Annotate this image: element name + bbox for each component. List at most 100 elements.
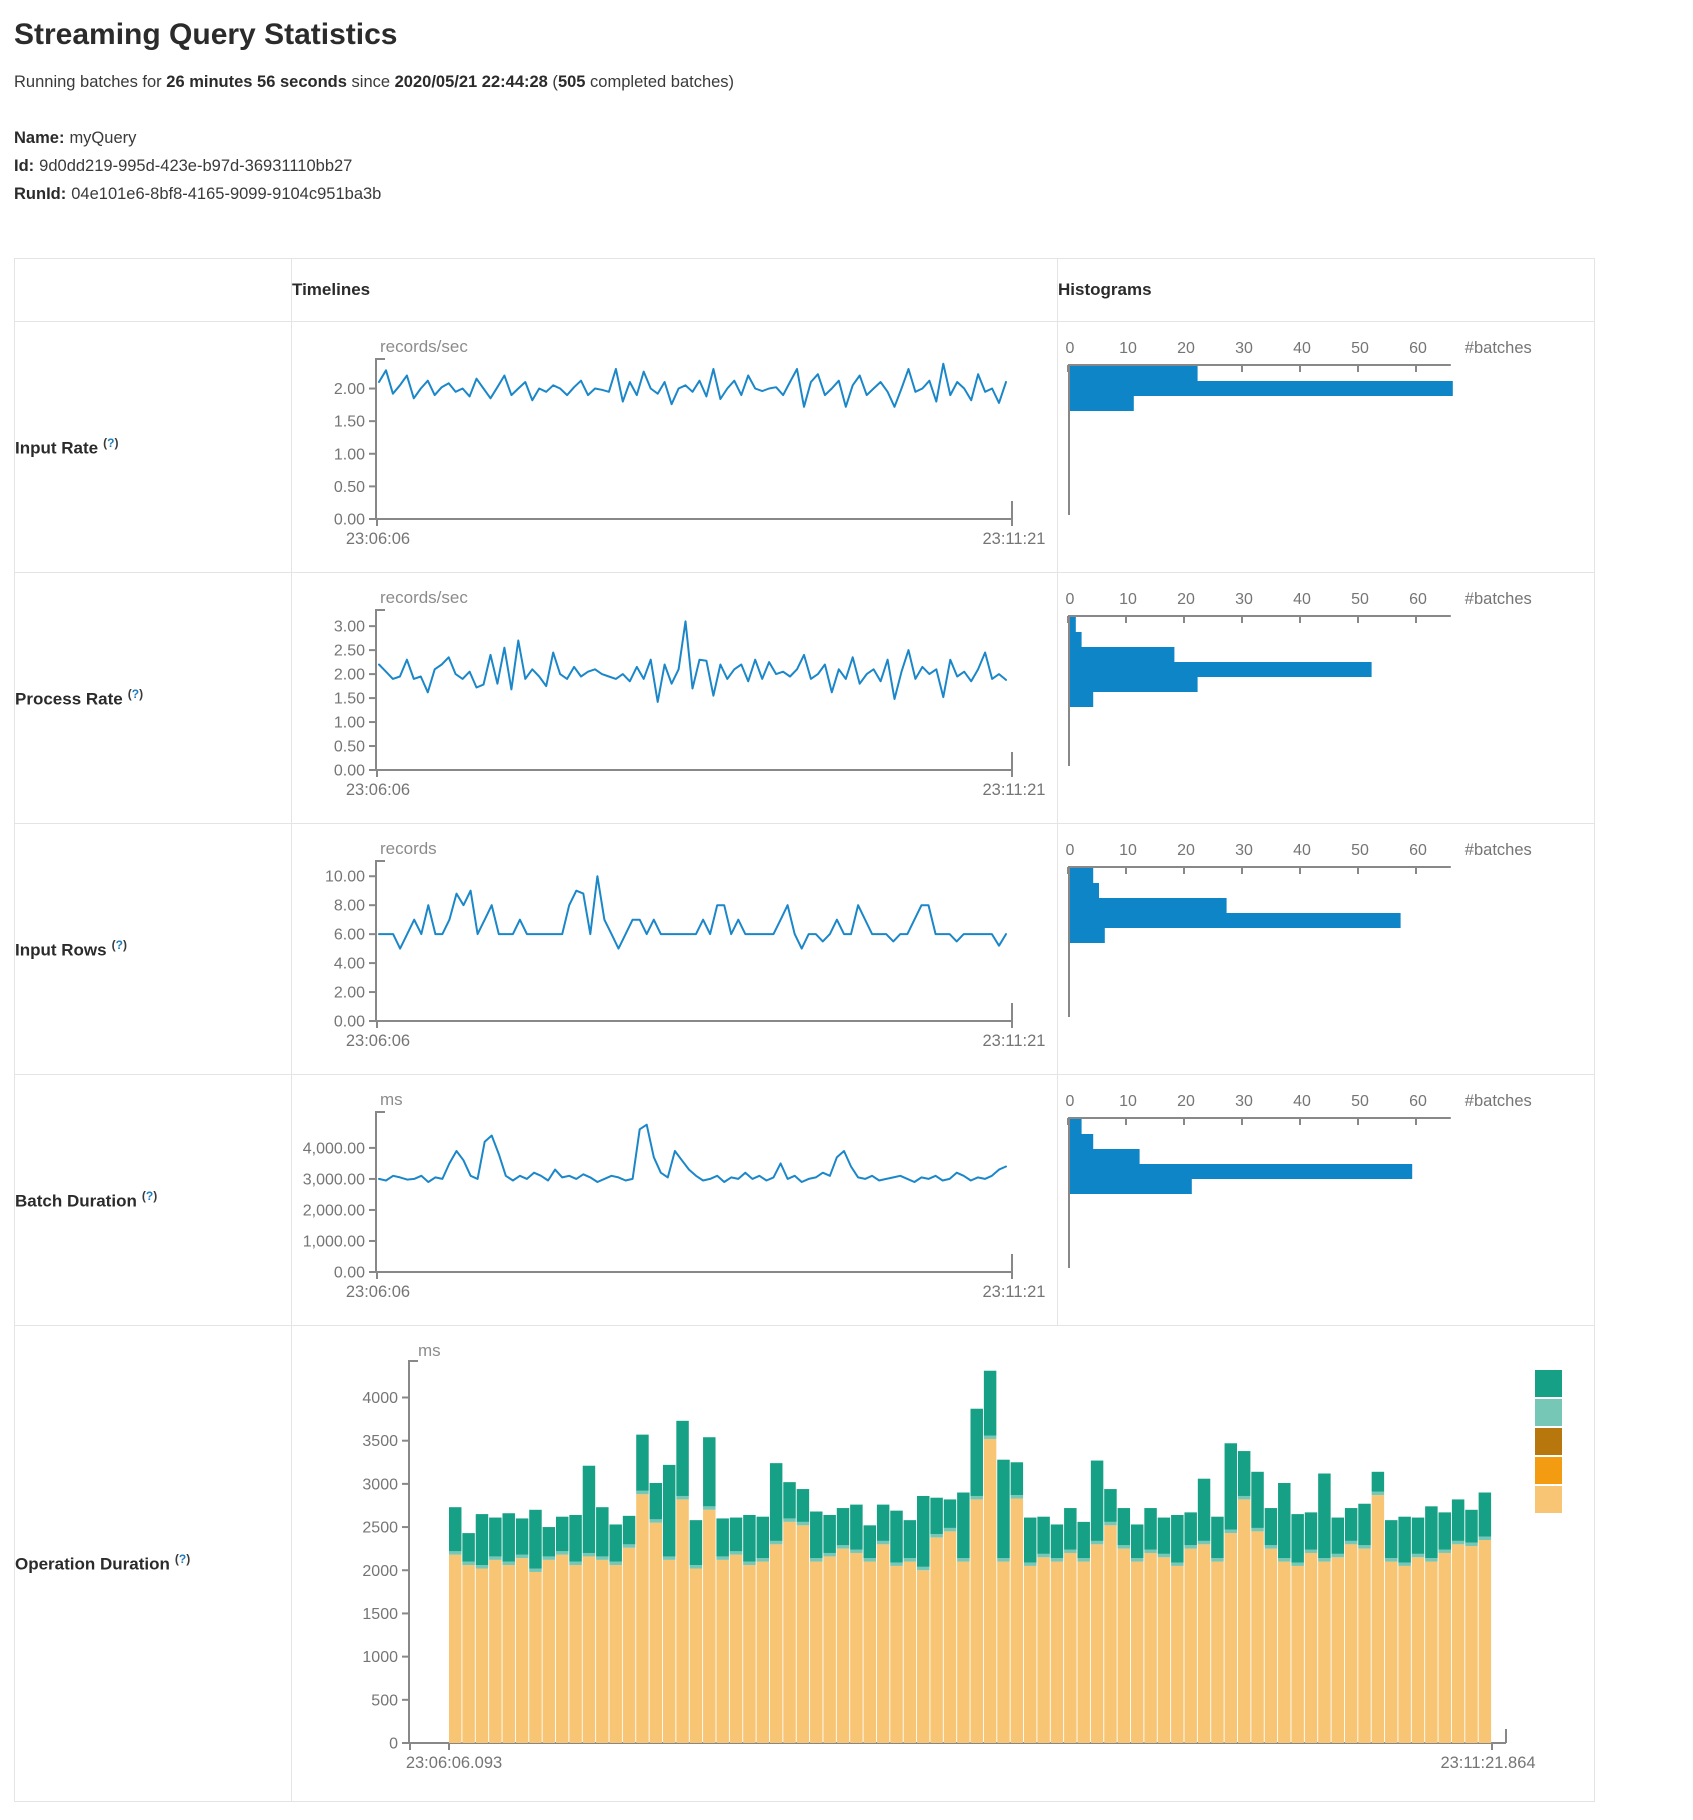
process-rate-timeline-chart: records/sec3.002.502.001.501.000.500.002… [292, 573, 1057, 823]
table-header-row: Timelines Histograms [15, 259, 1595, 322]
summary-mid: since [347, 73, 395, 91]
operation-duration-stacked-chart: ms4000350030002500200015001000500023:06:… [292, 1326, 1594, 1801]
svg-text:23:06:06: 23:06:06 [346, 530, 410, 548]
svg-text:0: 0 [1066, 842, 1075, 859]
svg-text:0.00: 0.00 [334, 1014, 365, 1031]
svg-text:0.50: 0.50 [334, 479, 365, 496]
row-batch-duration: Batch Duration(?) ms4,000.003,000.002,00… [15, 1075, 1595, 1326]
svg-text:30: 30 [1235, 1093, 1253, 1110]
batch-duration-histogram-cell: 0102030405060#batches [1058, 1075, 1595, 1326]
operation-duration-chart-cell: ms4000350030002500200015001000500023:06:… [292, 1326, 1595, 1802]
svg-text:10.00: 10.00 [325, 869, 365, 886]
svg-text:40: 40 [1293, 842, 1311, 859]
svg-text:0.00: 0.00 [334, 512, 365, 529]
svg-text:0: 0 [389, 1736, 398, 1753]
svg-text:60: 60 [1409, 340, 1427, 357]
svg-text:0: 0 [1066, 340, 1075, 357]
svg-text:records: records [380, 839, 437, 858]
query-runid-line: RunId:04e101e6-8bf8-4165-9099-9104c951ba… [14, 180, 1693, 208]
svg-text:records/sec: records/sec [380, 337, 468, 356]
svg-text:60: 60 [1409, 591, 1427, 608]
svg-text:1.00: 1.00 [334, 715, 365, 732]
svg-text:4.00: 4.00 [334, 956, 365, 973]
query-id-line: Id:9d0dd219-995d-423e-b97d-36931110bb27 [14, 152, 1693, 180]
svg-text:2500: 2500 [362, 1520, 398, 1537]
svg-text:50: 50 [1351, 340, 1369, 357]
batch-duration-timeline-chart: ms4,000.003,000.002,000.001,000.000.0023… [292, 1075, 1057, 1325]
input-rows-help-icon[interactable]: (?) [112, 938, 127, 952]
process-rate-histogram-cell: 0102030405060#batches [1058, 573, 1595, 824]
process-rate-help-icon[interactable]: (?) [128, 687, 143, 701]
query-info: Name:myQuery Id:9d0dd219-995d-423e-b97d-… [14, 124, 1693, 208]
svg-text:0.50: 0.50 [334, 739, 365, 756]
svg-text:40: 40 [1293, 340, 1311, 357]
svg-text:23:11:21: 23:11:21 [982, 1283, 1045, 1301]
svg-text:records/sec: records/sec [380, 588, 468, 607]
svg-text:40: 40 [1293, 1093, 1311, 1110]
svg-text:#batches: #batches [1465, 1092, 1532, 1110]
svg-text:20: 20 [1177, 842, 1195, 859]
svg-text:50: 50 [1351, 1093, 1369, 1110]
svg-text:1.50: 1.50 [334, 691, 365, 708]
svg-text:8.00: 8.00 [334, 898, 365, 915]
process-rate-histogram-chart: 0102030405060#batches [1058, 573, 1594, 823]
svg-text:50: 50 [1351, 591, 1369, 608]
svg-text:1.50: 1.50 [334, 414, 365, 431]
statistics-table: Timelines Histograms Input Rate(?) recor… [14, 258, 1595, 1802]
svg-text:10: 10 [1119, 340, 1137, 357]
input-rate-histogram-cell: 0102030405060#batches [1058, 322, 1595, 573]
svg-text:ms: ms [380, 1090, 403, 1109]
batch-duration-label: Batch Duration [15, 1191, 137, 1210]
svg-text:0.00: 0.00 [334, 763, 365, 780]
summary-batch-count: 505 [558, 73, 586, 91]
batch-duration-help-icon[interactable]: (?) [142, 1189, 157, 1203]
svg-text:2.00: 2.00 [334, 985, 365, 1002]
input-rate-help-icon[interactable]: (?) [103, 436, 118, 450]
svg-text:4,000.00: 4,000.00 [303, 1140, 365, 1157]
summary-duration: 26 minutes 56 seconds [166, 73, 347, 91]
row-input-rate: Input Rate(?) records/sec 2.00 1.50 1.00 0.5… [15, 322, 1595, 573]
summary-prefix: Running batches for [14, 73, 166, 91]
svg-text:30: 30 [1235, 340, 1253, 357]
running-batches-summary: Running batches for 26 minutes 56 second… [14, 73, 1693, 92]
header-empty-cell [15, 259, 292, 322]
svg-text:2.00: 2.00 [334, 381, 365, 398]
batch-duration-timeline-cell: ms4,000.003,000.002,000.001,000.000.0023… [292, 1075, 1058, 1326]
svg-text:23:06:06: 23:06:06 [346, 1032, 410, 1050]
input-rows-label-cell: Input Rows(?) [15, 824, 292, 1075]
svg-text:60: 60 [1409, 842, 1427, 859]
svg-text:23:06:06: 23:06:06 [346, 1283, 410, 1301]
summary-paren: ( [548, 73, 558, 91]
input-rows-timeline-chart: records10.008.006.004.002.000.0023:06:06… [292, 824, 1057, 1074]
svg-text:2.50: 2.50 [334, 643, 365, 660]
input-rate-label-cell: Input Rate(?) [15, 322, 292, 573]
svg-text:20: 20 [1177, 591, 1195, 608]
summary-suffix: completed batches) [585, 73, 734, 91]
svg-text:23:11:21: 23:11:21 [982, 1032, 1045, 1050]
svg-text:2,000.00: 2,000.00 [303, 1202, 365, 1219]
input-rows-histogram-chart: 0102030405060#batches [1058, 824, 1594, 1074]
svg-text:30: 30 [1235, 591, 1253, 608]
svg-text:3000: 3000 [362, 1476, 398, 1493]
streaming-query-statistics-page: Streaming Query Statistics Running batch… [0, 0, 1693, 1820]
svg-text:1500: 1500 [362, 1606, 398, 1623]
svg-text:1.00: 1.00 [334, 446, 365, 463]
input-rate-timeline-chart: records/sec2.001.501.000.500.0023:06:062… [292, 322, 1057, 572]
svg-text:40: 40 [1293, 591, 1311, 608]
row-input-rows: Input Rows(?) records10.008.006.004.002.… [15, 824, 1595, 1075]
batch-duration-label-cell: Batch Duration (?) [15, 1075, 292, 1326]
histograms-header: Histograms [1058, 259, 1595, 322]
page-title: Streaming Query Statistics [14, 18, 1693, 52]
operation-duration-help-icon[interactable]: (?) [175, 1552, 190, 1566]
row-process-rate: Process Rate(?) records/sec3.002.502.001… [15, 573, 1595, 824]
svg-text:4000: 4000 [362, 1390, 398, 1407]
input-rows-histogram-cell: 0102030405060#batches [1058, 824, 1595, 1075]
query-runid-value: 04e101e6-8bf8-4165-9099-9104c951ba3b [71, 185, 381, 203]
svg-text:1,000.00: 1,000.00 [303, 1233, 365, 1250]
svg-text:1000: 1000 [362, 1649, 398, 1666]
svg-text:10: 10 [1119, 842, 1137, 859]
svg-text:500: 500 [371, 1692, 398, 1709]
input-rows-timeline-cell: records10.008.006.004.002.000.0023:06:06… [292, 824, 1058, 1075]
svg-text:#batches: #batches [1465, 590, 1532, 608]
svg-text:30: 30 [1235, 842, 1253, 859]
